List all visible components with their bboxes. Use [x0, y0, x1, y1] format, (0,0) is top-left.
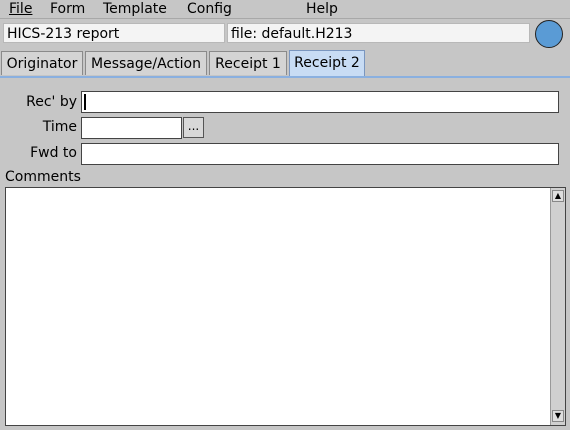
scroll-down-icon[interactable]: ▼ — [552, 410, 564, 422]
file-name: file: default.H213 — [227, 23, 530, 43]
fwd-to-input[interactable] — [81, 143, 559, 165]
menu-form[interactable]: Form — [50, 0, 85, 18]
rec-by-input[interactable] — [81, 91, 559, 113]
tab-originator[interactable]: Originator — [1, 51, 83, 75]
menu-file[interactable]: File — [9, 0, 32, 18]
rec-by-label: Rec' by — [26, 94, 77, 110]
tab-receipt-2[interactable]: Receipt 2 — [289, 50, 365, 76]
time-input[interactable] — [81, 117, 182, 139]
menu-template[interactable]: Template — [103, 0, 167, 18]
fwd-to-label: Fwd to — [30, 145, 77, 161]
comments-scrollbar[interactable]: ▲ ▼ — [550, 188, 565, 425]
menu-help[interactable]: Help — [306, 0, 338, 18]
report-title: HICS-213 report — [3, 23, 225, 43]
tab-receipt-1[interactable]: Receipt 1 — [209, 51, 287, 75]
time-label: Time — [42, 119, 77, 135]
menu-bar: File Form Template Config Help — [0, 0, 570, 19]
tab-message-action[interactable]: Message/Action — [85, 51, 207, 75]
comments-label: Comments — [5, 169, 81, 185]
comments-textarea[interactable] — [5, 187, 566, 426]
time-picker-button[interactable]: ... — [183, 117, 204, 138]
text-caret — [84, 94, 86, 110]
tab-divider — [0, 76, 570, 78]
status-indicator[interactable] — [535, 20, 563, 48]
tab-bar: Originator Message/Action Receipt 1 Rece… — [0, 50, 570, 77]
menu-config[interactable]: Config — [187, 0, 232, 18]
scroll-up-icon[interactable]: ▲ — [552, 190, 564, 202]
